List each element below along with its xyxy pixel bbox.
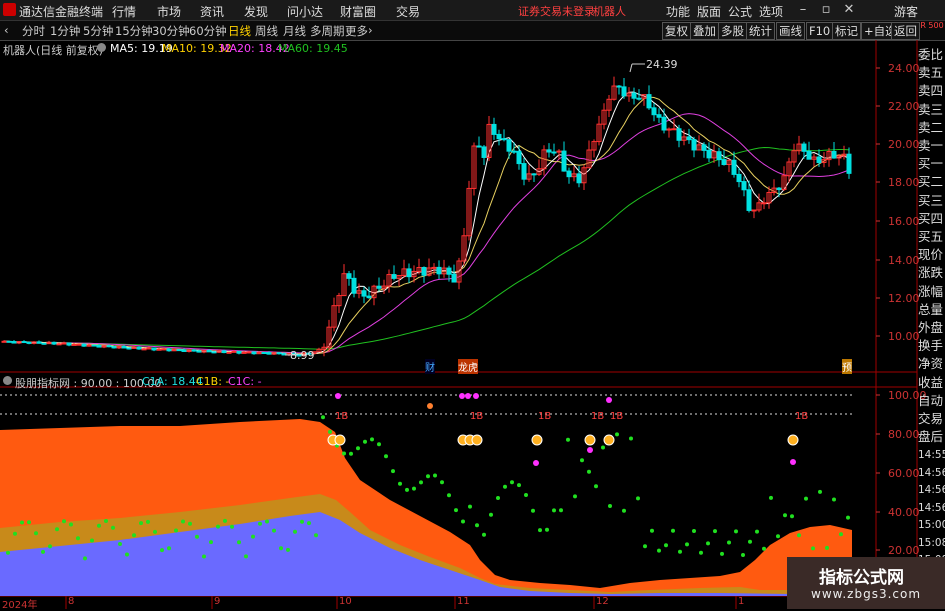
y-tick-price: 14.00 bbox=[888, 254, 920, 267]
side-panel-item[interactable]: 卖五 bbox=[918, 66, 945, 80]
x-label: 1 bbox=[738, 596, 745, 607]
marker-dragon-tiger[interactable]: 龙虎 bbox=[458, 359, 478, 374]
signal-label: 1B bbox=[591, 411, 605, 422]
side-panel-item[interactable]: 买二 bbox=[918, 175, 945, 189]
x-label: 10 bbox=[339, 596, 352, 607]
high-price-label: 24.39 bbox=[646, 58, 678, 71]
side-panel-item[interactable]: 买一 bbox=[918, 157, 945, 171]
c1b-label: C1B: - bbox=[196, 375, 230, 388]
side-panel-item[interactable]: 涨幅 bbox=[918, 284, 945, 299]
indicator-settings-icon[interactable] bbox=[3, 376, 12, 385]
chart-canvas[interactable] bbox=[0, 0, 945, 609]
side-panel-item[interactable]: 换手 bbox=[918, 339, 945, 353]
side-panel-item[interactable]: 收益 bbox=[918, 375, 945, 390]
y-tick-price: 22.00 bbox=[888, 100, 920, 113]
side-panel-item[interactable]: 卖二 bbox=[918, 120, 945, 135]
indicator-title: 股朋指标网 : 90.00 : 100.00 bbox=[15, 377, 162, 390]
x-label: 8 bbox=[68, 596, 75, 607]
y-tick-price: 20.00 bbox=[888, 138, 920, 151]
y-tick-price: 10.00 bbox=[888, 330, 920, 343]
y-tick-price: 18.00 bbox=[888, 176, 920, 189]
marker-forecast[interactable]: 预 bbox=[842, 359, 852, 374]
x-label: 11 bbox=[457, 596, 470, 607]
side-panel-item[interactable]: 净资 bbox=[918, 357, 945, 371]
side-panel-item[interactable]: 14:56 bbox=[918, 466, 945, 480]
signal-label: 1B bbox=[538, 411, 552, 422]
y-tick-price: 16.00 bbox=[888, 215, 920, 228]
watermark-url: www.zbgs3.com bbox=[811, 587, 922, 601]
x-label: 9 bbox=[214, 596, 221, 607]
x-label: 12 bbox=[596, 596, 609, 607]
low-price-label: 8.99 bbox=[290, 349, 315, 362]
side-panel-item[interactable]: 买三 bbox=[918, 193, 945, 208]
side-panel-item[interactable]: 涨跌 bbox=[918, 266, 945, 280]
c1a-label: C1A: 18.44 bbox=[142, 375, 203, 388]
side-panel-item[interactable]: 14:55 bbox=[918, 448, 945, 462]
marker-finance[interactable]: 财 bbox=[425, 359, 435, 374]
side-panel-item[interactable]: 外盘 bbox=[918, 321, 945, 335]
side-panel-item[interactable]: 委比 bbox=[918, 48, 945, 62]
side-panel-item[interactable]: 卖四 bbox=[918, 84, 945, 98]
side-panel-item[interactable]: 买五 bbox=[918, 230, 945, 244]
y-tick-price: 12.00 bbox=[888, 292, 920, 305]
side-panel-item[interactable]: 15:08 bbox=[918, 536, 945, 550]
side-panel-item[interactable]: 现价 bbox=[918, 248, 945, 262]
side-panel-item[interactable]: 卖一 bbox=[918, 139, 945, 153]
signal-label: 1B bbox=[335, 411, 349, 422]
side-panel-item[interactable]: 14:56 bbox=[918, 483, 945, 497]
y-tick-indicator: 40.00 bbox=[888, 506, 920, 519]
signal-label: 1B bbox=[610, 411, 624, 422]
y-tick-indicator: 80.00 bbox=[888, 428, 920, 441]
side-panel-item[interactable]: 15:00 bbox=[918, 518, 945, 532]
watermark-logo: 指标公式网 www.zbgs3.com bbox=[787, 557, 945, 609]
y-tick-indicator: 20.00 bbox=[888, 544, 920, 557]
side-panel-item[interactable]: 卖三 bbox=[918, 102, 945, 117]
c1c-label: C1C: - bbox=[228, 375, 262, 388]
side-panel-item[interactable]: 买四 bbox=[918, 211, 945, 226]
side-panel-item[interactable]: 总量 bbox=[918, 302, 945, 317]
side-panel-item[interactable]: 盘后 bbox=[918, 430, 945, 444]
side-panel-item[interactable]: 自动 bbox=[918, 393, 945, 408]
y-tick-indicator: 60.00 bbox=[888, 467, 920, 480]
side-panel-item[interactable]: 14:56 bbox=[918, 501, 945, 515]
signal-label: 1B bbox=[795, 411, 809, 422]
side-panel-item[interactable]: 交易 bbox=[918, 412, 945, 426]
y-tick-price: 24.00 bbox=[888, 62, 920, 75]
watermark-title: 指标公式网 bbox=[819, 568, 904, 588]
signal-label: 1B bbox=[470, 411, 484, 422]
